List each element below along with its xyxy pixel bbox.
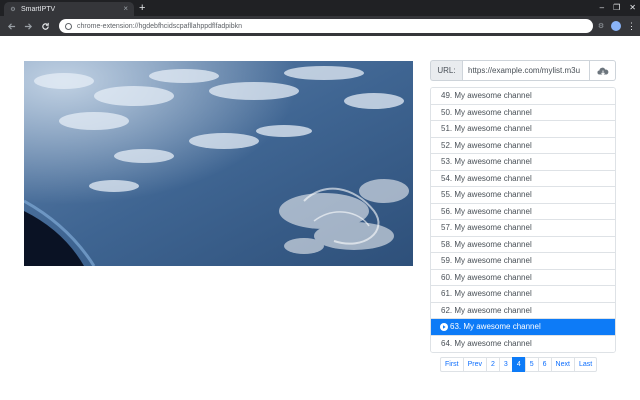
load-playlist-button[interactable] [590, 60, 616, 81]
new-tab-button[interactable]: + [139, 1, 145, 15]
forward-icon[interactable] [21, 19, 35, 33]
channel-label: 62. My awesome channel [441, 305, 532, 315]
page-link-3[interactable]: 3 [498, 357, 513, 372]
page-link-5[interactable]: 5 [524, 357, 539, 372]
channel-label: 54. My awesome channel [441, 173, 532, 183]
channel-label: 57. My awesome channel [441, 223, 532, 233]
playlist-url-input[interactable] [462, 60, 590, 81]
channel-item[interactable]: 53. My awesome channel [431, 154, 615, 171]
channel-item[interactable]: 51. My awesome channel [431, 121, 615, 138]
minimize-icon[interactable]: – [600, 1, 604, 15]
channel-label: 53. My awesome channel [441, 157, 532, 167]
channel-label: 63. My awesome channel [450, 322, 541, 332]
channel-item[interactable]: 54. My awesome channel [431, 170, 615, 187]
tab-favicon-icon: ⚙ [10, 6, 16, 13]
earth-video-frame [24, 61, 413, 266]
channel-label: 61. My awesome channel [441, 289, 532, 299]
pagination: First Prev 2 3 4 5 6 Next Last [440, 357, 598, 372]
extension-page-icon [65, 22, 72, 30]
reload-icon[interactable] [38, 19, 52, 33]
back-icon[interactable] [4, 19, 18, 33]
channel-item[interactable]: 58. My awesome channel [431, 236, 615, 253]
browser-toolbar: chrome-extension://hgdebfhcidscpafllahpp… [0, 16, 640, 36]
extension-icon[interactable]: ⚙ [597, 22, 605, 30]
app-page: URL: 49. My awesome channel 50. My awesom… [0, 36, 640, 400]
channel-label: 59. My awesome channel [441, 256, 532, 266]
channel-item[interactable]: 62. My awesome channel [431, 302, 615, 319]
channel-item[interactable]: 55. My awesome channel [431, 187, 615, 204]
channel-label: 52. My awesome channel [441, 140, 532, 150]
avatar-icon[interactable] [611, 21, 621, 31]
channel-label: 60. My awesome channel [441, 272, 532, 282]
channel-label: 49. My awesome channel [441, 91, 532, 101]
channel-label: 51. My awesome channel [441, 124, 532, 134]
browser-tab-strip: ⚙ SmartIPTV × + – ❐ ✕ [0, 0, 640, 16]
channel-label: 56. My awesome channel [441, 206, 532, 216]
playlist-url-group: URL: [430, 60, 616, 81]
page-link-next[interactable]: Next [550, 357, 575, 372]
channel-label: 58. My awesome channel [441, 239, 532, 249]
restore-icon[interactable]: ❐ [613, 1, 620, 15]
tab-title: SmartIPTV [21, 5, 56, 13]
page-link-2[interactable]: 2 [486, 357, 500, 372]
address-bar[interactable]: chrome-extension://hgdebfhcidscpafllahpp… [59, 19, 593, 33]
channel-item[interactable]: 52. My awesome channel [431, 137, 615, 154]
page-link-first[interactable]: First [440, 357, 464, 372]
channel-item[interactable]: 61. My awesome channel [431, 286, 615, 303]
channel-item[interactable]: 56. My awesome channel [431, 203, 615, 220]
cloud-download-icon [596, 67, 608, 75]
channel-label: 64. My awesome channel [441, 339, 532, 349]
channel-item[interactable]: 50. My awesome channel [431, 104, 615, 121]
menu-icon[interactable]: ⋮ [627, 21, 636, 31]
close-window-icon[interactable]: ✕ [629, 1, 636, 15]
channel-item-active[interactable]: 63. My awesome channel [431, 319, 615, 336]
address-text: chrome-extension://hgdebfhcidscpafllahpp… [77, 22, 242, 30]
toolbar-actions: ⚙ ⋮ [597, 21, 636, 31]
url-label: URL: [430, 60, 462, 81]
tab-close-icon[interactable]: × [123, 5, 128, 13]
channel-label: 50. My awesome channel [441, 107, 532, 117]
channel-item[interactable]: 57. My awesome channel [431, 220, 615, 237]
play-circle-icon [440, 322, 448, 331]
page-link-4[interactable]: 4 [511, 357, 526, 372]
browser-tab[interactable]: ⚙ SmartIPTV × [4, 2, 134, 16]
page-link-6[interactable]: 6 [537, 357, 552, 372]
channel-item[interactable]: 64. My awesome channel [431, 335, 615, 352]
window-controls: – ❐ ✕ [600, 1, 636, 15]
video-player[interactable] [24, 61, 413, 266]
page-link-prev[interactable]: Prev [462, 357, 488, 372]
channel-list: 49. My awesome channel 50. My awesome cha… [430, 87, 616, 353]
page-link-last[interactable]: Last [573, 357, 598, 372]
channel-item[interactable]: 49. My awesome channel [431, 88, 615, 105]
channel-item[interactable]: 60. My awesome channel [431, 269, 615, 286]
channel-label: 55. My awesome channel [441, 190, 532, 200]
channel-item[interactable]: 59. My awesome channel [431, 253, 615, 270]
